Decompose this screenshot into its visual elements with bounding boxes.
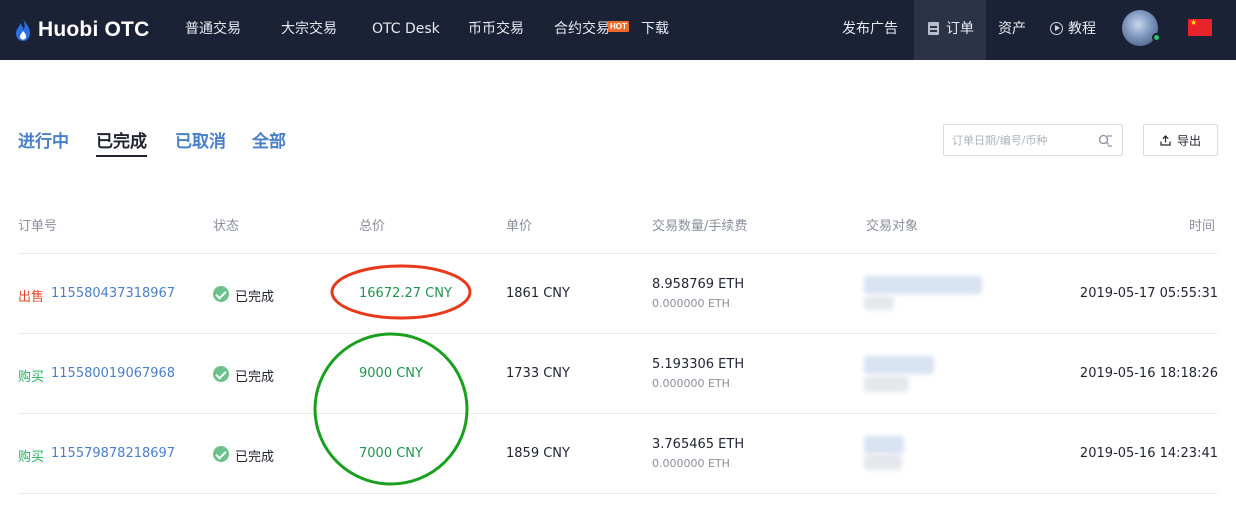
nav-orders[interactable]: 订单 [914, 0, 986, 60]
order-id-link[interactable]: 115579878218697 [51, 446, 175, 461]
th-time: 时间 [1189, 219, 1216, 234]
counterparty-blurred[interactable] [864, 276, 982, 294]
counterparty-blurred-sub [864, 296, 894, 310]
check-circle-icon [213, 366, 229, 382]
order-fee: 0.000000 ETH [652, 377, 730, 390]
order-status: 已完成 [235, 370, 275, 385]
order-side: 购买 [18, 450, 45, 465]
search-box [943, 124, 1123, 156]
th-unit-price: 单价 [506, 219, 533, 234]
tab-in-progress[interactable]: 进行中 [18, 127, 69, 152]
tab-all[interactable]: 全部 [252, 127, 286, 152]
nav-orders-label: 订单 [946, 21, 974, 37]
hot-badge: HOT [608, 21, 629, 32]
tab-completed[interactable]: 已完成 [96, 127, 147, 157]
order-unit-price: 1861 CNY [506, 286, 570, 301]
table-row: 出售 115580437318967 已完成 16672.27 CNY 1861… [18, 254, 1218, 334]
order-amount: 8.958769 ETH [652, 277, 745, 292]
huobi-flame-icon [16, 19, 30, 41]
china-flag-icon[interactable] [1188, 18, 1212, 36]
online-status-dot [1152, 33, 1161, 42]
counterparty-blurred[interactable] [864, 356, 934, 374]
play-circle-icon [1050, 22, 1063, 35]
table-row: 购买 115580019067968 已完成 9000 CNY 1733 CNY… [18, 334, 1218, 414]
order-side: 购买 [18, 370, 45, 385]
nav-post-ad[interactable]: 发布广告 [842, 0, 898, 60]
counterparty-blurred[interactable] [864, 436, 904, 454]
counterparty-blurred-sub [864, 376, 909, 392]
order-time: 2019-05-16 14:23:41 [1079, 446, 1218, 461]
table-row: 购买 115579878218697 已完成 7000 CNY 1859 CNY… [18, 414, 1218, 494]
tab-cancelled[interactable]: 已取消 [175, 127, 226, 152]
order-unit-price: 1859 CNY [506, 446, 570, 461]
export-button[interactable]: 导出 [1143, 124, 1218, 156]
order-total: 9000 CNY [359, 366, 423, 381]
order-amount: 3.765465 ETH [652, 437, 745, 452]
document-icon [928, 22, 939, 35]
nav-block-trade[interactable]: 大宗交易 [281, 0, 337, 60]
counterparty-blurred-sub [864, 454, 902, 470]
nav-tutorial[interactable]: 教程 [1068, 0, 1096, 60]
th-quantity-fee: 交易数量/手续费 [652, 219, 748, 234]
order-status: 已完成 [235, 290, 275, 305]
row-divider [18, 493, 1218, 494]
order-time: 2019-05-17 05:55:31 [1079, 286, 1218, 301]
order-fee: 0.000000 ETH [652, 297, 730, 310]
search-input[interactable] [952, 131, 1092, 149]
export-label: 导出 [1176, 133, 1201, 148]
th-counterparty: 交易对象 [866, 219, 919, 234]
order-side: 出售 [18, 290, 45, 305]
nav-otc-desk[interactable]: OTC Desk [372, 0, 440, 60]
nav-download[interactable]: 下载 [641, 0, 669, 60]
top-navbar: Huobi OTC 普通交易 大宗交易 OTC Desk 币币交易 合约交易 H… [0, 0, 1236, 60]
order-fee: 0.000000 ETH [652, 457, 730, 470]
search-list-icon[interactable] [1098, 134, 1112, 147]
check-circle-icon [213, 286, 229, 302]
order-unit-price: 1733 CNY [506, 366, 570, 381]
th-total: 总价 [359, 219, 386, 234]
export-icon [1160, 134, 1171, 146]
order-total: 16672.27 CNY [359, 286, 452, 301]
order-total: 7000 CNY [359, 446, 423, 461]
order-id-link[interactable]: 115580437318967 [51, 286, 175, 301]
nav-contract-trade[interactable]: 合约交易 [554, 0, 610, 60]
nav-coin-trade[interactable]: 币币交易 [468, 0, 524, 60]
logo-text: Huobi OTC [38, 18, 150, 41]
check-circle-icon [213, 446, 229, 462]
order-amount: 5.193306 ETH [652, 357, 745, 372]
th-status: 状态 [213, 219, 240, 234]
order-id-link[interactable]: 115580019067968 [51, 366, 175, 381]
th-order-no: 订单号 [18, 219, 58, 234]
nav-assets[interactable]: 资产 [998, 0, 1026, 60]
order-time: 2019-05-16 18:18:26 [1079, 366, 1218, 381]
nav-spot-trade[interactable]: 普通交易 [185, 0, 241, 60]
huobi-logo[interactable]: Huobi OTC [14, 16, 149, 44]
order-status: 已完成 [235, 450, 275, 465]
